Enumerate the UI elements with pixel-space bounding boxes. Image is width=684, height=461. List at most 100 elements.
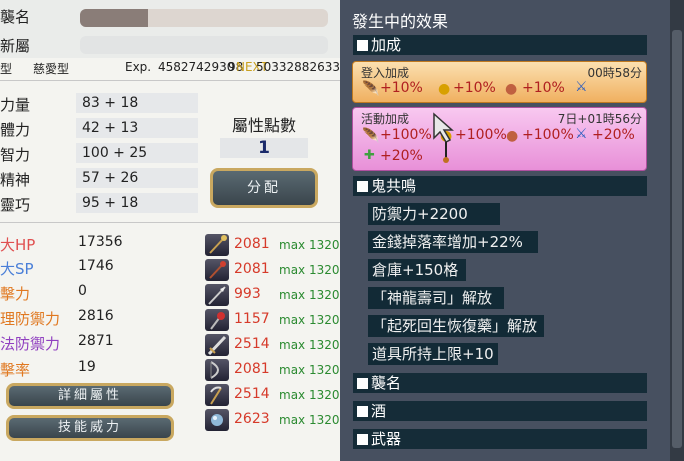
bow-icon [205, 359, 229, 381]
event-bonus-value: +100% [522, 127, 574, 143]
name-bar [80, 9, 328, 27]
weapon-value: 2514 [234, 336, 270, 352]
weapon-max: max 13200 [279, 238, 348, 252]
details-button[interactable]: 詳細屬性 [6, 383, 174, 409]
crossed-swords-icon: ⚔ [575, 79, 588, 95]
stat-label-dex: 靈巧 [0, 196, 31, 214]
stat-label-vit: 體力 [0, 121, 31, 139]
weapon-max: max 13200 [279, 288, 348, 302]
affiliation-bar [80, 36, 328, 54]
name-bar-fill [80, 9, 148, 27]
oni-effect-item: 防禦力+2200 [368, 203, 500, 225]
attr-points-title: 屬性點數 [232, 116, 297, 135]
weapon-value: 2081 [234, 261, 270, 277]
attr-points-value: 1 [220, 138, 308, 158]
derived-value-hp: 17356 [78, 234, 123, 250]
weapon-value: 2623 [234, 411, 270, 427]
weapon-max: max 13200 [279, 388, 348, 402]
stat-value-dex: 95 + 18 [76, 193, 198, 213]
stat-label-spi: 精神 [0, 171, 31, 189]
weapon-value: 993 [234, 286, 261, 302]
section-weapon[interactable]: 武器 [353, 429, 647, 449]
weapon-value: 2081 [234, 361, 270, 377]
section-bonus-label: 加成 [371, 36, 402, 54]
derived-value-crit: 19 [78, 359, 96, 375]
derived-value-atk: 0 [78, 283, 87, 299]
derived-label-atk: 擊力 [0, 285, 31, 303]
section-weapon-label: 武器 [371, 430, 402, 448]
oni-effect-item: 倉庫+150格 [368, 259, 466, 281]
meat-icon: ● [506, 128, 519, 144]
login-bonus-value: +10% [522, 80, 565, 96]
derived-value-mdef: 2871 [78, 333, 114, 349]
weapon-max: max 13200 [279, 363, 348, 377]
event-bonus-value: +100% [455, 127, 507, 143]
section-oni-resonance[interactable]: 鬼共鳴 [353, 176, 647, 196]
stat-value-int: 100 + 25 [76, 143, 198, 163]
header-label-1: 襲名 [0, 8, 31, 26]
login-bonus-time: 00時58分 [587, 66, 642, 80]
feather-icon: 🪶 [362, 128, 380, 144]
scrollbar-thumb[interactable] [672, 30, 682, 448]
staff-icon [205, 259, 229, 281]
exp-label: Exp. [125, 60, 152, 74]
login-bonus-value: +10% [453, 80, 496, 96]
section-sake[interactable]: 酒 [353, 401, 647, 421]
type-label: 型 [0, 62, 13, 76]
stat-value-vit: 42 + 13 [76, 118, 198, 138]
weapon-value: 2081 [234, 236, 270, 252]
section-oni-label: 鬼共鳴 [371, 177, 417, 195]
event-bonus-value: +100% [380, 127, 432, 143]
login-bonus-value: +10% [380, 80, 423, 96]
weapon-value: 2514 [234, 386, 270, 402]
event-bonus-time: 7日+01時56分 [557, 112, 642, 126]
feather-icon: 🪶 [362, 81, 380, 97]
mace-icon [205, 309, 229, 331]
scythe-icon [205, 384, 229, 406]
derived-label-hp: 大HP [0, 236, 36, 254]
mouse-cursor-icon [433, 112, 454, 163]
panel-title: 發生中的效果 [352, 12, 449, 31]
oni-effect-item: 道具所持上限+10 [368, 343, 498, 365]
meat-icon: ● [505, 81, 518, 97]
section-sake-label: 酒 [371, 402, 387, 420]
weapon-max: max 13200 [279, 338, 348, 352]
exp-value: 4582742930 [158, 60, 235, 74]
coin-icon: ● [438, 81, 451, 97]
divider [0, 80, 340, 81]
weapon-max: max 13200 [279, 263, 348, 277]
event-bonus-value: +20% [380, 148, 423, 164]
section-shumei-label: 襲名 [371, 374, 402, 392]
crossed-swords-icon: ⚔ [575, 126, 588, 142]
weapon-value: 1157 [234, 311, 270, 327]
event-bonus-value: +20% [592, 127, 635, 143]
event-bonus-title: 活動加成 [361, 112, 410, 126]
divider [0, 222, 340, 223]
stat-label-str: 力量 [0, 96, 31, 114]
derived-label-mdef: 法防禦力 [0, 335, 61, 353]
section-shumei[interactable]: 襲名 [353, 373, 647, 393]
weapon-max: max 13200 [279, 413, 348, 427]
oni-effect-item: 「神龍壽司」解放 [368, 287, 504, 309]
orb-icon [205, 409, 229, 431]
allocate-button[interactable]: 分配 [210, 168, 318, 208]
sword-icon [205, 334, 229, 356]
stat-value-spi: 57 + 26 [76, 168, 198, 188]
login-bonus-title: 登入加成 [361, 66, 410, 80]
luck-icon: ✚ [364, 148, 375, 163]
derived-label-crit: 擊率 [0, 361, 31, 379]
derived-value-pdef: 2816 [78, 308, 114, 324]
type-value: 慈愛型 [33, 62, 70, 76]
derived-label-pdef: 理防禦力 [0, 310, 61, 328]
section-bonus[interactable]: 加成 [353, 35, 647, 55]
weapon-max: max 13200 [279, 313, 348, 327]
stat-label-int: 智力 [0, 146, 31, 164]
derived-value-sp: 1746 [78, 258, 114, 274]
oni-effect-item: 「起死回生恢復藥」解放 [368, 315, 544, 337]
oni-effect-item: 金錢掉落率增加+22% [368, 231, 538, 253]
staff-icon [205, 234, 229, 256]
skill-power-button[interactable]: 技能威力 [6, 415, 174, 441]
derived-label-sp: 大SP [0, 260, 34, 278]
header-label-2: 新屬 [0, 37, 31, 55]
stat-value-str: 83 + 18 [76, 93, 198, 113]
